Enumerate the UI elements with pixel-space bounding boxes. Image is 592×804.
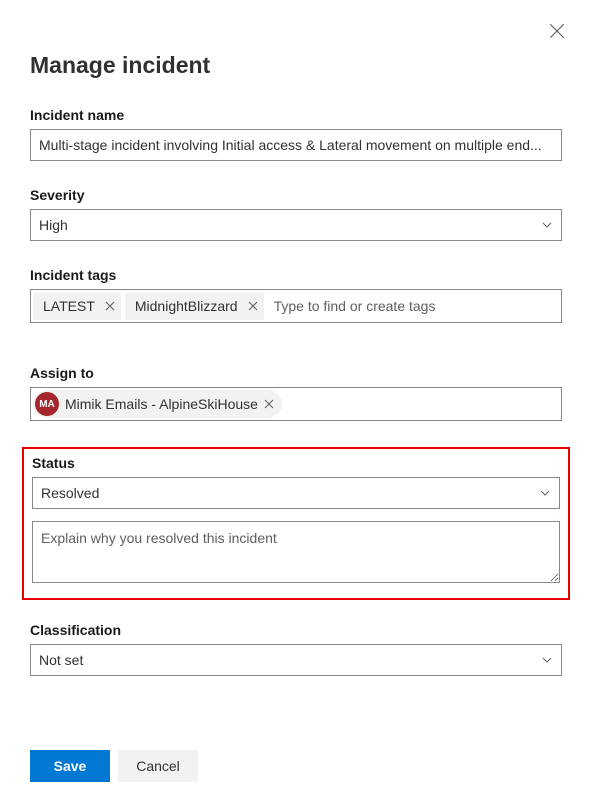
- assign-to-label: Assign to: [30, 365, 562, 381]
- save-button[interactable]: Save: [30, 750, 110, 782]
- field-classification: Classification Not set: [30, 622, 562, 676]
- resolution-textarea[interactable]: [32, 521, 560, 583]
- field-severity: Severity High: [30, 187, 562, 241]
- remove-persona-icon[interactable]: [264, 399, 274, 409]
- tag-chip-label: LATEST: [43, 298, 95, 314]
- chevron-down-icon: [541, 654, 553, 666]
- status-value: Resolved: [41, 485, 99, 501]
- tags-text-input[interactable]: [268, 298, 559, 314]
- tags-input-box[interactable]: LATEST MidnightBlizzard: [30, 289, 562, 323]
- classification-value: Not set: [39, 652, 83, 668]
- status-label: Status: [32, 455, 560, 471]
- tag-chip-label: MidnightBlizzard: [135, 298, 238, 314]
- remove-tag-icon[interactable]: [105, 301, 115, 311]
- close-icon[interactable]: [548, 22, 566, 40]
- footer-actions: Save Cancel: [30, 750, 198, 782]
- tag-chip[interactable]: MidnightBlizzard: [125, 293, 264, 320]
- tag-chip[interactable]: LATEST: [33, 293, 121, 320]
- classification-label: Classification: [30, 622, 562, 638]
- avatar: MA: [35, 392, 59, 416]
- page-title: Manage incident: [30, 52, 562, 79]
- cancel-button[interactable]: Cancel: [118, 750, 198, 782]
- persona-chip[interactable]: MA Mimik Emails - AlpineSkiHouse: [33, 390, 282, 418]
- severity-dropdown[interactable]: High: [30, 209, 562, 241]
- classification-dropdown[interactable]: Not set: [30, 644, 562, 676]
- status-highlight-group: Status Resolved: [22, 447, 570, 600]
- tags-label: Incident tags: [30, 267, 562, 283]
- status-dropdown[interactable]: Resolved: [32, 477, 560, 509]
- severity-value: High: [39, 217, 68, 233]
- severity-label: Severity: [30, 187, 562, 203]
- chevron-down-icon: [539, 487, 551, 499]
- persona-name: Mimik Emails - AlpineSkiHouse: [65, 396, 258, 412]
- incident-name-input[interactable]: [30, 129, 562, 161]
- assign-to-box[interactable]: MA Mimik Emails - AlpineSkiHouse: [30, 387, 562, 421]
- field-status: Status Resolved: [32, 455, 560, 509]
- remove-tag-icon[interactable]: [248, 301, 258, 311]
- field-resolution: [32, 521, 560, 588]
- chevron-down-icon: [541, 219, 553, 231]
- field-assign-to: Assign to MA Mimik Emails - AlpineSkiHou…: [30, 365, 562, 421]
- field-tags: Incident tags LATEST MidnightBlizzard: [30, 267, 562, 323]
- incident-name-label: Incident name: [30, 107, 562, 123]
- field-incident-name: Incident name: [30, 107, 562, 161]
